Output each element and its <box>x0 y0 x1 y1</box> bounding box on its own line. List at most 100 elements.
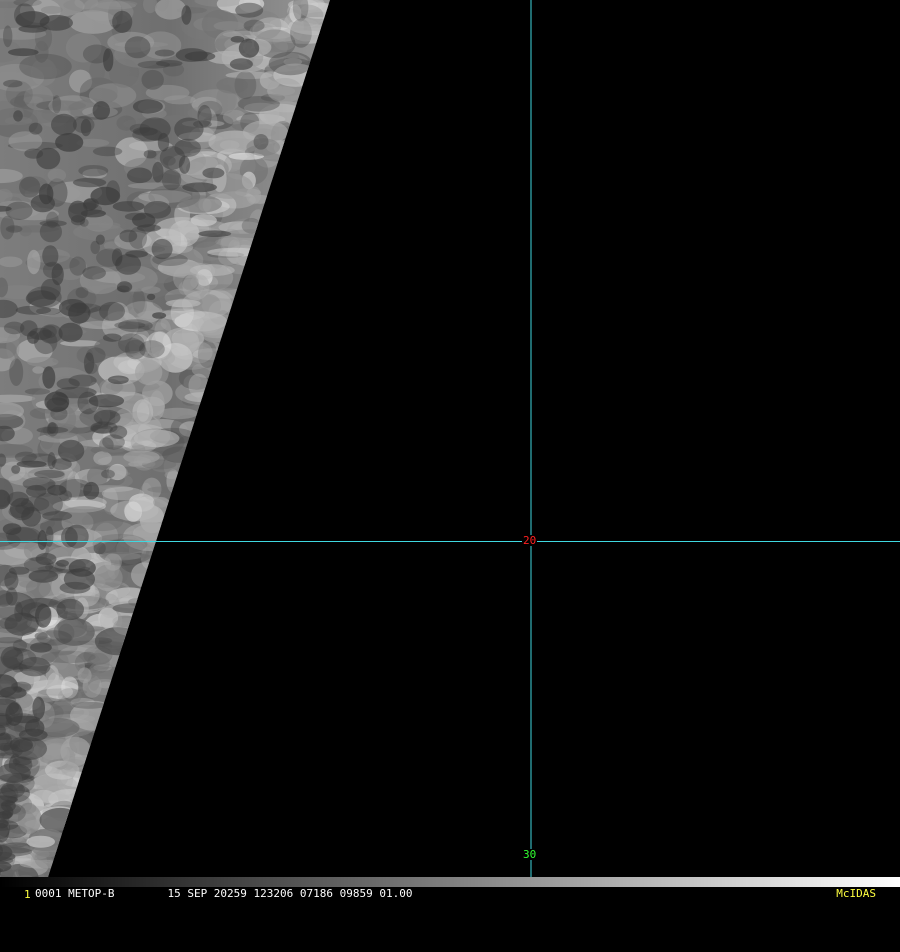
clear-sky-patch <box>42 325 56 338</box>
clear-sky-patch <box>11 716 41 724</box>
clear-sky-patch <box>29 123 43 135</box>
clear-sky-patch <box>125 213 146 221</box>
clear-sky-patch <box>78 392 99 415</box>
clear-sky-patch <box>24 149 43 159</box>
cloud-patch <box>161 309 205 321</box>
cloud-patch <box>93 534 148 554</box>
clear-sky-patch <box>102 434 125 449</box>
clear-sky-patch <box>23 477 56 491</box>
cloud-patch <box>216 77 248 93</box>
cloud-patch <box>142 70 164 90</box>
swath <box>0 0 346 894</box>
clear-sky-patch <box>152 239 173 259</box>
cloud-patch <box>9 358 23 386</box>
clear-sky-patch <box>96 235 105 245</box>
clear-sky-patch <box>73 178 106 187</box>
clear-sky-patch <box>0 773 34 783</box>
clear-sky-patch <box>19 177 40 198</box>
cloud-patch <box>267 78 302 103</box>
cloud-patch <box>254 134 269 150</box>
clear-sky-patch <box>11 465 20 474</box>
cloud-patch <box>26 836 55 848</box>
cloud-patch <box>27 250 40 274</box>
clear-sky-patch <box>0 687 27 699</box>
cloud-patch <box>124 502 142 522</box>
clear-sky-patch <box>93 147 122 157</box>
latitude-label-30: 30 <box>522 849 537 860</box>
cloud-patch <box>284 58 303 66</box>
clear-sky-patch <box>54 558 86 574</box>
clear-sky-patch <box>181 5 191 24</box>
cloud-patch <box>41 651 95 663</box>
cloud-patch <box>147 487 178 493</box>
cloud-patch <box>19 54 72 79</box>
clear-sky-patch <box>106 180 120 202</box>
clear-sky-patch <box>39 184 53 205</box>
cloud-patch <box>127 168 152 184</box>
satellite-image-viewer: 20 30 1 0001 METOP-B 15 SEP 20259 123206… <box>0 0 900 900</box>
cloud-patch <box>6 333 19 362</box>
cloud-patch <box>52 357 67 363</box>
clear-sky-patch <box>57 378 80 389</box>
clear-sky-patch <box>59 479 92 498</box>
clear-sky-patch <box>73 116 95 133</box>
clear-sky-patch <box>179 156 190 174</box>
clear-sky-patch <box>71 215 85 225</box>
cloud-patch <box>88 679 121 695</box>
cloud-patch <box>102 487 144 500</box>
clear-sky-patch <box>235 3 263 18</box>
clear-sky-patch <box>4 613 38 636</box>
cloud-patch <box>104 553 122 571</box>
clear-sky-patch <box>139 340 165 358</box>
clear-sky-patch <box>140 117 171 140</box>
clear-sky-patch <box>21 453 57 467</box>
satellite-imagery <box>0 0 900 900</box>
clear-sky-patch <box>176 48 208 62</box>
clear-sky-patch <box>112 11 132 33</box>
clear-sky-patch <box>47 422 59 436</box>
cloud-patch <box>78 667 92 683</box>
clear-sky-patch <box>3 25 12 47</box>
cloud-patch <box>98 222 121 229</box>
clear-sky-patch <box>82 266 106 279</box>
clear-sky-patch <box>65 525 89 549</box>
clear-sky-patch <box>78 165 108 176</box>
cloud-patch <box>214 21 246 31</box>
clear-sky-patch <box>6 202 33 220</box>
clear-sky-patch <box>101 470 115 479</box>
clear-sky-patch <box>14 3 35 27</box>
clear-sky-patch <box>118 319 153 332</box>
clear-sky-patch <box>202 168 224 179</box>
clear-sky-patch <box>155 50 175 57</box>
cloud-patch <box>246 186 261 204</box>
clear-sky-patch <box>133 99 163 113</box>
clear-sky-patch <box>1 646 24 668</box>
clear-sky-patch <box>55 133 83 152</box>
clear-sky-patch <box>108 376 129 385</box>
clear-sky-patch <box>99 302 125 321</box>
clear-sky-patch <box>19 657 51 676</box>
clear-sky-patch <box>125 250 148 257</box>
clear-sky-patch <box>42 245 58 267</box>
cloud-patch <box>178 195 222 213</box>
image-status-text: 0001 METOP-B 15 SEP 20259 123206 07186 0… <box>35 887 413 900</box>
clear-sky-patch <box>147 294 155 300</box>
clear-sky-patch <box>182 182 217 192</box>
cloud-patch <box>46 685 73 699</box>
cloud-patch <box>113 603 153 613</box>
grayscale-color-bar <box>0 877 900 887</box>
clear-sky-patch <box>27 331 39 344</box>
clear-sky-patch <box>21 507 41 527</box>
cloud-patch <box>188 342 213 363</box>
clear-sky-patch <box>119 230 137 243</box>
clear-sky-patch <box>40 220 67 226</box>
cloud-patch <box>153 497 169 508</box>
clear-sky-patch <box>144 150 157 159</box>
clear-sky-patch <box>16 306 51 315</box>
clear-sky-patch <box>41 279 61 300</box>
clear-sky-patch <box>93 101 110 120</box>
clear-sky-patch <box>11 737 47 760</box>
clear-sky-patch <box>56 599 84 620</box>
clear-sky-patch <box>113 201 145 212</box>
clear-sky-patch <box>25 388 50 394</box>
